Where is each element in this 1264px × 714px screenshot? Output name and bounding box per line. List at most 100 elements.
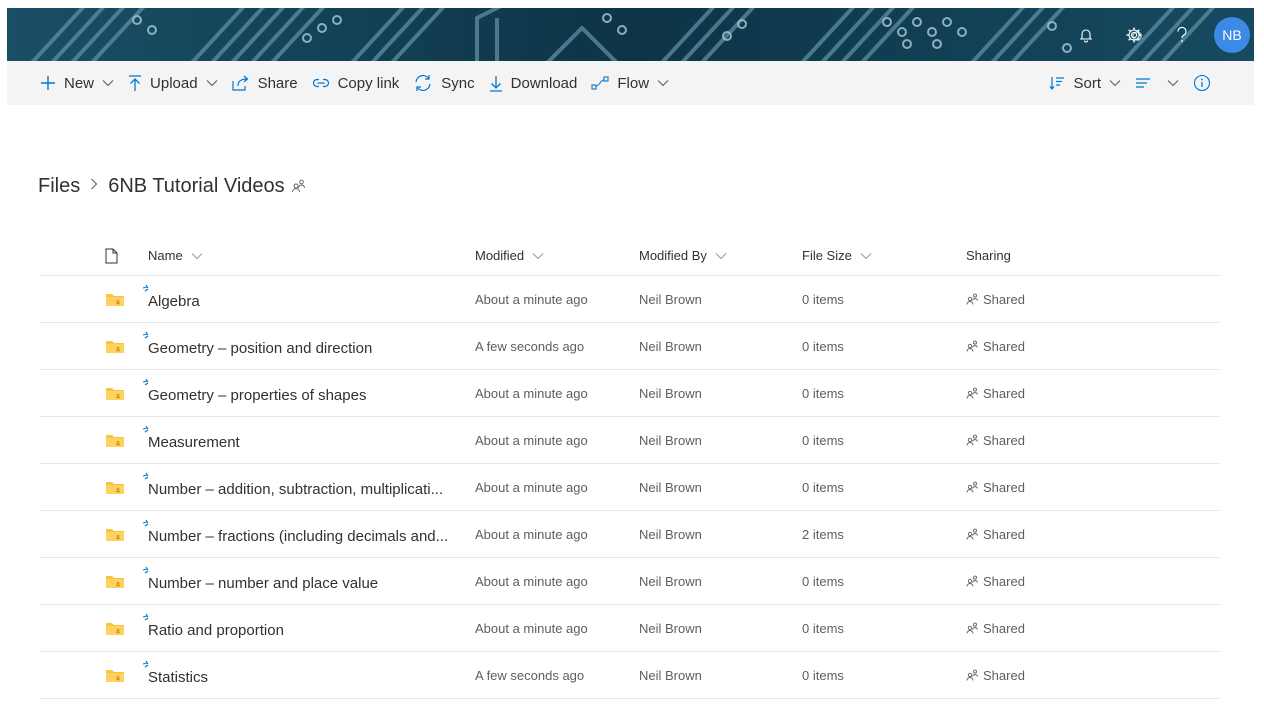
modified-cell: About a minute ago (475, 291, 588, 307)
chevron-down-icon (1167, 80, 1179, 87)
flow-button-label: Flow (617, 74, 650, 92)
sharing-cell[interactable]: Shared (966, 417, 1025, 463)
name-cell[interactable]: Measurement (142, 417, 468, 463)
sharing-cell[interactable]: Shared (966, 323, 1025, 369)
help-icon (1177, 26, 1187, 42)
info-icon (1193, 74, 1211, 92)
table-row[interactable]: Statistics A few seconds ago Neil Brown … (39, 652, 1220, 699)
sharing-cell[interactable]: Shared (966, 511, 1025, 557)
new-button[interactable]: New (33, 61, 121, 105)
upload-button[interactable]: Upload (121, 61, 225, 105)
table-row[interactable]: Geometry – position and direction A few … (39, 323, 1220, 370)
file-size-cell: 0 items (802, 291, 844, 307)
item-name[interactable]: Ratio and proportion (148, 618, 284, 639)
sync-button[interactable]: Sync (406, 61, 481, 105)
folder-cell (105, 323, 125, 369)
table-row[interactable]: Algebra About a minute ago Neil Brown 0 … (39, 276, 1220, 323)
modified-by-cell[interactable]: Neil Brown (639, 558, 702, 604)
sharing-cell[interactable]: Shared (966, 464, 1025, 510)
table-row[interactable]: Geometry – properties of shapes About a … (39, 370, 1220, 417)
shared-people-icon (966, 575, 978, 587)
name-column-header[interactable]: Name (148, 236, 468, 275)
table-row[interactable]: Number – addition, subtraction, multipli… (39, 464, 1220, 511)
user-avatar[interactable]: NB (1214, 16, 1250, 53)
name-column-label: Name (148, 248, 183, 263)
new-item-sparkle-icon (142, 425, 149, 433)
view-options-button[interactable] (1128, 61, 1186, 105)
table-row[interactable]: Number – fractions (including decimals a… (39, 511, 1220, 558)
sharing-cell[interactable]: Shared (966, 370, 1025, 416)
settings-button[interactable] (1114, 15, 1154, 55)
document-icon (105, 248, 118, 263)
chevron-down-icon (657, 80, 669, 87)
file-type-column-header[interactable] (105, 236, 118, 275)
modified-by-cell[interactable]: Neil Brown (639, 276, 702, 322)
sharing-cell[interactable]: Shared (966, 276, 1025, 322)
copy-link-button[interactable]: Copy link (305, 61, 407, 105)
info-pane-button[interactable] (1186, 61, 1218, 105)
folder-cell (105, 558, 125, 604)
item-name[interactable]: Number – addition, subtraction, multipli… (148, 477, 443, 498)
sync-icon (415, 74, 431, 92)
name-cell[interactable]: Ratio and proportion (142, 605, 468, 651)
share-button[interactable]: Share (225, 61, 305, 105)
modified-cell: About a minute ago (475, 479, 588, 495)
name-cell[interactable]: Number – number and place value (142, 558, 468, 604)
sort-button[interactable]: Sort (1042, 61, 1128, 105)
item-name[interactable]: Measurement (148, 430, 240, 451)
item-name[interactable]: Statistics (148, 665, 208, 686)
name-cell[interactable]: Geometry – properties of shapes (142, 370, 468, 416)
flow-button[interactable]: Flow (584, 61, 676, 105)
folder-cell (105, 511, 125, 557)
name-cell[interactable]: Algebra (142, 276, 468, 322)
modified-column-header[interactable]: Modified (475, 236, 544, 275)
modified-cell: About a minute ago (475, 526, 588, 542)
gear-icon (1126, 27, 1142, 42)
file-size-cell: 0 items (802, 620, 844, 636)
notifications-button[interactable] (1066, 15, 1106, 55)
name-cell[interactable]: Statistics (142, 652, 468, 698)
sharing-cell[interactable]: Shared (966, 558, 1025, 604)
sharing-cell[interactable]: Shared (966, 605, 1025, 651)
item-name[interactable]: Geometry – properties of shapes (148, 383, 366, 404)
modified-cell: A few seconds ago (475, 338, 585, 354)
sharing-column-header[interactable]: Sharing (966, 236, 1011, 275)
download-button[interactable]: Download (482, 61, 585, 105)
file-size-cell: 0 items (802, 385, 844, 401)
sharing-cell[interactable]: Shared (966, 652, 1025, 698)
item-name[interactable]: Geometry – position and direction (148, 336, 372, 357)
chevron-down-icon (715, 252, 727, 259)
modified-by-cell[interactable]: Neil Brown (639, 511, 702, 557)
modified-by-column-header[interactable]: Modified By (639, 236, 727, 275)
item-name[interactable]: Number – number and place value (148, 571, 378, 592)
table-row[interactable]: Ratio and proportion About a minute ago … (39, 605, 1220, 652)
modified-by-cell[interactable]: Neil Brown (639, 323, 702, 369)
modified-by-cell[interactable]: Neil Brown (639, 417, 702, 463)
modified-by-cell[interactable]: Neil Brown (639, 370, 702, 416)
folder-cell (105, 417, 125, 463)
chevron-down-icon (102, 80, 114, 87)
modified-cell: A few seconds ago (475, 667, 585, 683)
item-name[interactable]: Algebra (148, 289, 200, 310)
item-name[interactable]: Number – fractions (including decimals a… (148, 524, 448, 545)
bell-icon (1079, 28, 1093, 42)
shared-folder-icon (106, 482, 124, 494)
name-cell[interactable]: Number – fractions (including decimals a… (142, 511, 468, 557)
modified-by-cell[interactable]: Neil Brown (639, 605, 702, 651)
breadcrumb-root[interactable]: Files (38, 175, 80, 198)
folder-cell (105, 605, 125, 651)
modified-by-cell[interactable]: Neil Brown (639, 464, 702, 510)
modified-by-cell[interactable]: Neil Brown (639, 652, 702, 698)
name-cell[interactable]: Geometry – position and direction (142, 323, 468, 369)
shared-people-icon (966, 293, 978, 305)
help-button[interactable] (1162, 15, 1202, 55)
shared-people-icon (291, 179, 305, 193)
file-size-cell: 2 items (802, 526, 844, 542)
folder-cell (105, 370, 125, 416)
plus-icon (41, 76, 55, 90)
file-size-column-header[interactable]: File Size (802, 236, 872, 275)
table-row[interactable]: Measurement About a minute ago Neil Brow… (39, 417, 1220, 464)
upload-arrow-icon (129, 74, 142, 91)
table-row[interactable]: Number – number and place value About a … (39, 558, 1220, 605)
name-cell[interactable]: Number – addition, subtraction, multipli… (142, 464, 468, 510)
